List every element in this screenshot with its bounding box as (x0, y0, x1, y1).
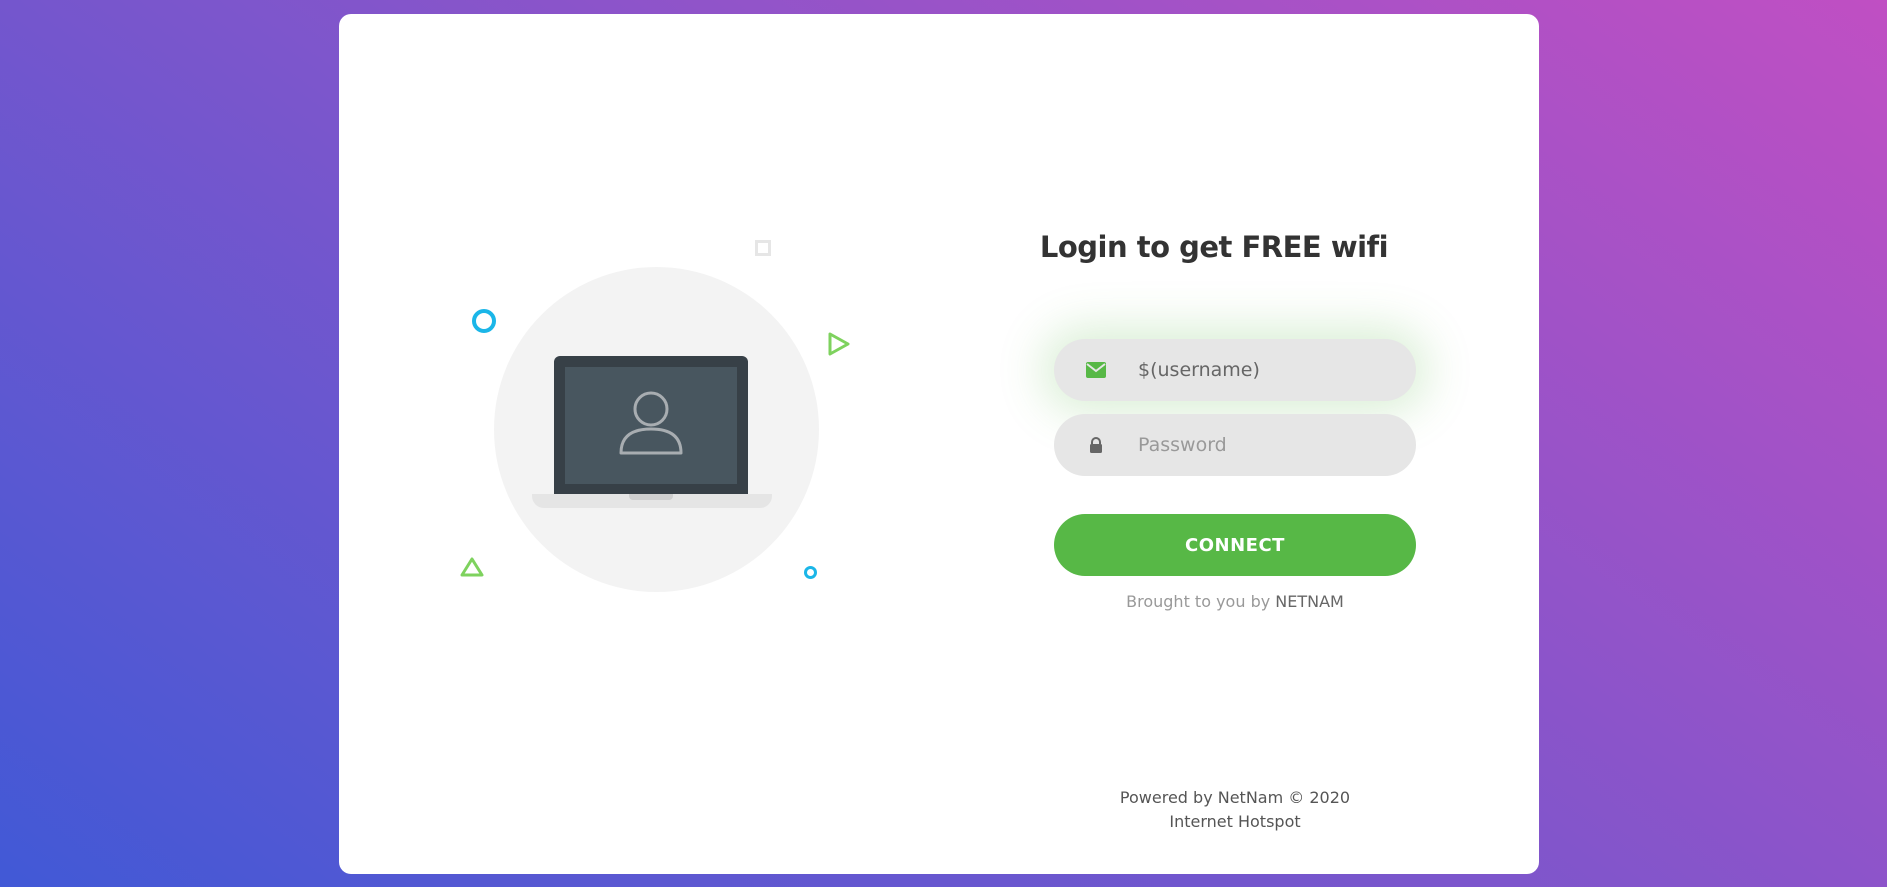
brought-by-text: Brought to you by NETNAM (1054, 592, 1416, 611)
login-form: Login to get FREE wifi CONNECT Brought (1014, 14, 1416, 874)
password-input[interactable] (1138, 434, 1388, 456)
laptop-notch (629, 494, 673, 500)
page-title: Login to get FREE wifi (1039, 230, 1389, 264)
lock-icon (1054, 414, 1138, 476)
hotspot-subtitle: Internet Hotspot (1169, 812, 1301, 831)
laptop-display (565, 367, 737, 484)
username-input[interactable] (1138, 359, 1388, 381)
laptop-icon (554, 356, 748, 494)
user-icon (619, 391, 683, 455)
envelope-icon (1054, 339, 1138, 401)
decorative-triangle-icon (460, 557, 484, 577)
password-field-wrapper (1054, 414, 1416, 476)
login-card: Login to get FREE wifi CONNECT Brought (339, 14, 1539, 874)
decorative-small-circle-icon (804, 566, 817, 579)
decorative-play-triangle-icon (828, 332, 850, 356)
footer: Powered by NetNam © 2020 Internet Hotspo… (1054, 786, 1416, 834)
illustration (339, 14, 939, 874)
username-field-wrapper (1054, 339, 1416, 401)
brought-by-label: Brought to you by (1126, 592, 1271, 611)
decorative-square-icon (755, 240, 771, 256)
powered-by-text: Powered by NetNam © 2020 (1119, 788, 1351, 807)
connect-button[interactable]: CONNECT (1054, 514, 1416, 576)
decorative-circle-icon (472, 309, 496, 333)
brand-link[interactable]: NETNAM (1275, 592, 1344, 611)
